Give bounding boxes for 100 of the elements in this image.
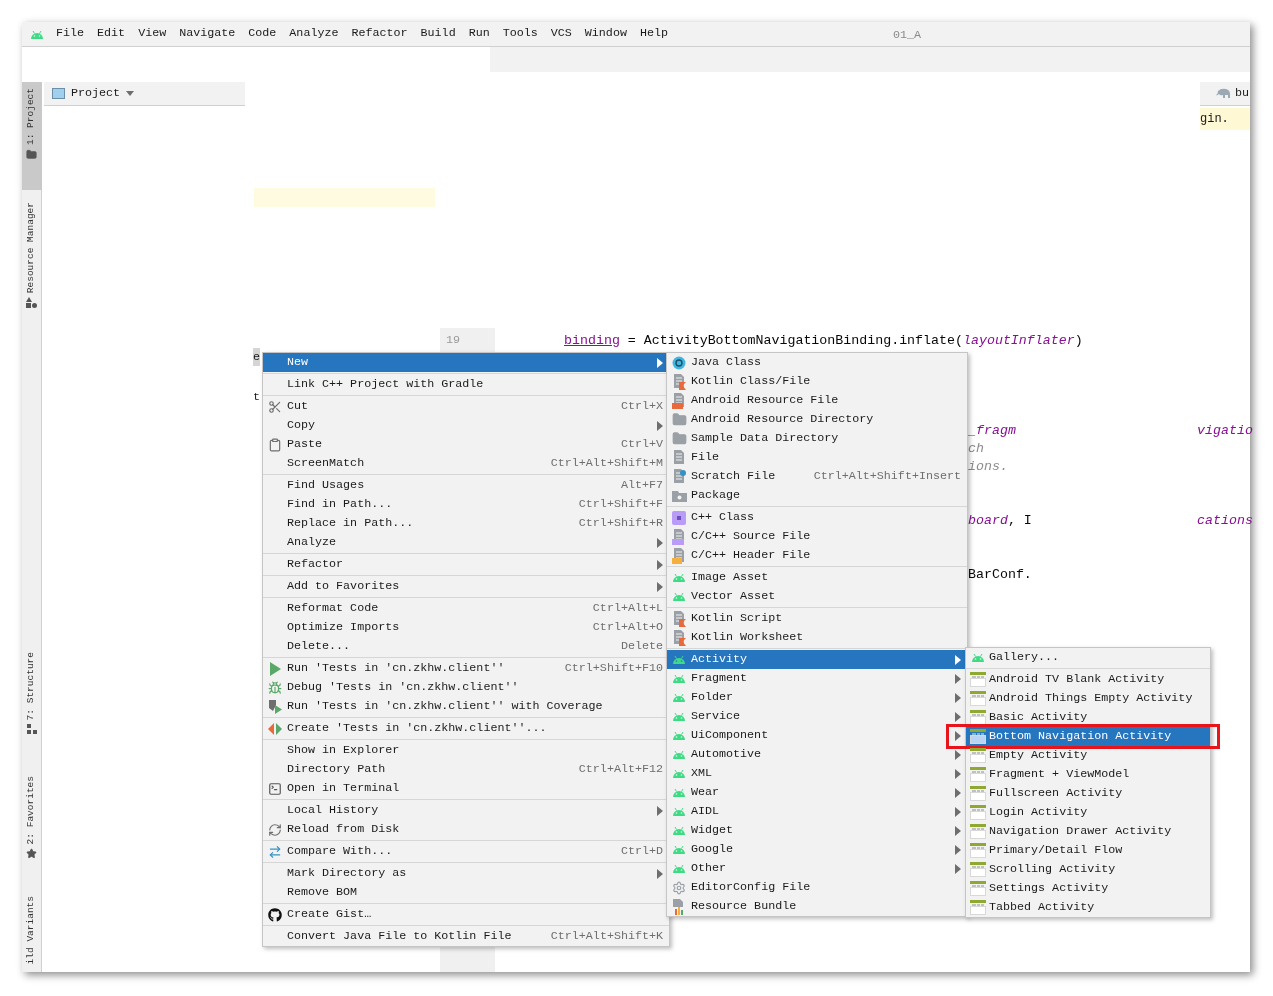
menu-item[interactable]: Android Resource File	[667, 391, 967, 410]
menu-item[interactable]: Reformat Code Ctrl+Alt+L	[263, 599, 669, 618]
menu-item[interactable]: Run 'Tests in 'cn.zkhw.client'' Ctrl+Shift+F10	[263, 659, 669, 678]
menu-item[interactable]: Java Class	[667, 353, 967, 372]
shortcut-label: Ctrl+Alt+Shift+M	[550, 454, 663, 472]
menu-item[interactable]: Link C++ Project with Gradle	[263, 375, 669, 394]
menu-item[interactable]: C/C++ Header File	[667, 546, 967, 565]
menu-item[interactable]: Directory Path Ctrl+Alt+F12	[263, 760, 669, 779]
menu-bar-item[interactable]: VCS	[550, 25, 572, 43]
menu-item[interactable]: AIDL	[667, 802, 967, 821]
menu-item[interactable]: Package	[667, 486, 967, 505]
menu-item[interactable]: Primary/Detail Flow	[966, 841, 1210, 860]
menu-bar-item[interactable]: Build	[420, 25, 456, 43]
menu-item[interactable]: ScreenMatch Ctrl+Alt+Shift+M	[263, 454, 669, 473]
menu-item[interactable]: Wear	[667, 783, 967, 802]
menu-bar-item[interactable]: Refactor	[351, 25, 408, 43]
tool-window-tab[interactable]: ild Variants	[21, 896, 42, 972]
menu-item[interactable]: Debug 'Tests in 'cn.zkhw.client''	[263, 678, 669, 697]
menu-item[interactable]: Fragment	[667, 669, 967, 688]
menu-item[interactable]: Vector Asset	[667, 587, 967, 606]
menu-item[interactable]: Remove BOM	[263, 883, 669, 902]
menu-item[interactable]: Android Resource Directory	[667, 410, 967, 429]
android-icon	[672, 712, 686, 721]
resource-file-icon	[672, 392, 686, 409]
menu-item[interactable]: Other	[667, 859, 967, 878]
menu-item[interactable]: Bottom Navigation Activity	[966, 727, 1210, 746]
menu-bar-item[interactable]: Tools	[502, 25, 538, 43]
menu-item[interactable]: Basic Activity	[966, 708, 1210, 727]
menu-bar-item[interactable]: Window	[584, 25, 627, 43]
caret-icon	[657, 559, 663, 570]
menu-item[interactable]: Local History	[263, 801, 669, 820]
menu-bar-item[interactable]: Help	[639, 25, 668, 43]
menu-bar-item[interactable]: Run	[468, 25, 490, 43]
menu-item[interactable]: Find in Path... Ctrl+Shift+F	[263, 495, 669, 514]
scratch-file-icon	[672, 468, 686, 485]
menu-item[interactable]: Open in Terminal	[263, 779, 669, 798]
menu-item[interactable]: Compare With... Ctrl+D	[263, 842, 669, 861]
menu-item[interactable]: Empty Activity	[966, 746, 1210, 765]
menu-item[interactable]: Settings Activity	[966, 879, 1210, 898]
menu-item[interactable]: Create 'Tests in 'cn.zkhw.client''...	[263, 719, 669, 738]
tool-window-tab[interactable]: 1: Project	[21, 82, 42, 190]
menu-bar-item[interactable]: Code	[248, 25, 277, 43]
panel-title[interactable]: Project	[71, 84, 121, 103]
menu-item[interactable]: Paste Ctrl+V	[263, 435, 669, 454]
menu-item[interactable]: Cut Ctrl+X	[263, 397, 669, 416]
menu-bar-item[interactable]: Edit	[97, 25, 126, 43]
menu-item[interactable]: Kotlin Worksheet	[667, 628, 967, 647]
menu-item[interactable]: Refactor	[263, 555, 669, 574]
menu-item[interactable]: Add to Favorites	[263, 577, 669, 596]
menu-item[interactable]: Kotlin Class/File	[667, 372, 967, 391]
tool-window-tab[interactable]: Resource Manager	[21, 202, 42, 342]
menu-item[interactable]: Show in Explorer	[263, 741, 669, 760]
menu-bar-item[interactable]: File	[56, 25, 85, 43]
menu-bar-item[interactable]: View	[138, 25, 167, 43]
menu-item[interactable]: Find Usages Alt+F7	[263, 476, 669, 495]
tool-window-tab[interactable]: 2: Favorites	[21, 776, 42, 886]
menu-item[interactable]: Login Activity	[966, 803, 1210, 822]
menu-item[interactable]: Create Gist…	[263, 905, 669, 924]
menu-item[interactable]: Automotive	[667, 745, 967, 764]
caret-icon	[955, 654, 961, 665]
menu-item[interactable]: Android TV Blank Activity	[966, 670, 1210, 689]
editor-tab[interactable]: bu	[1200, 82, 1250, 106]
menu-item[interactable]: Fragment + ViewModel	[966, 765, 1210, 784]
menu-item[interactable]: XML	[667, 764, 967, 783]
menu-item[interactable]: Replace in Path... Ctrl+Shift+R	[263, 514, 669, 533]
menu-item[interactable]: Tabbed Activity	[966, 898, 1210, 917]
menu-item[interactable]: Delete... Delete	[263, 637, 669, 656]
menu-item[interactable]: Mark Directory as	[263, 864, 669, 883]
menu-item[interactable]: Gallery...	[966, 648, 1210, 667]
menu-item[interactable]: Widget	[667, 821, 967, 840]
menu-item[interactable]: Fullscreen Activity	[966, 784, 1210, 803]
menu-item[interactable]: Activity	[667, 650, 967, 669]
menu-item[interactable]: Scratch File Ctrl+Alt+Shift+Insert	[667, 467, 967, 486]
menu-item[interactable]: C/C++ Source File	[667, 527, 967, 546]
menu-item[interactable]: EditorConfig File	[667, 878, 967, 897]
menu-item[interactable]: Optimize Imports Ctrl+Alt+O	[263, 618, 669, 637]
menu-item[interactable]: Run 'Tests in 'cn.zkhw.client'' with Coverage	[263, 697, 669, 716]
menu-item[interactable]: Sample Data Directory	[667, 429, 967, 448]
menu-item[interactable]: Service	[667, 707, 967, 726]
menu-item[interactable]: Image Asset	[667, 568, 967, 587]
menu-item[interactable]: Reload from Disk	[263, 820, 669, 839]
compare-arrows-icon	[268, 844, 282, 859]
menu-item[interactable]: Analyze	[263, 533, 669, 552]
menu-item[interactable]: New	[263, 353, 669, 372]
menu-item[interactable]: Scrolling Activity	[966, 860, 1210, 879]
menu-item[interactable]: UiComponent	[667, 726, 967, 745]
dropdown-icon[interactable]	[126, 91, 135, 96]
menu-bar-item[interactable]: Analyze	[289, 25, 339, 43]
menu-item[interactable]: Copy	[263, 416, 669, 435]
menu-item[interactable]: Kotlin Script	[667, 609, 967, 628]
menu-item[interactable]: Android Things Empty Activity	[966, 689, 1210, 708]
menu-item[interactable]: C++ Class	[667, 508, 967, 527]
menu-item[interactable]: File	[667, 448, 967, 467]
tool-window-tab[interactable]: 7: Structure	[21, 652, 42, 762]
menu-item[interactable]: Resource Bundle	[667, 897, 967, 916]
menu-item[interactable]: Convert Java File to Kotlin File Ctrl+Alt+Shift+K	[263, 927, 669, 946]
menu-item[interactable]: Navigation Drawer Activity	[966, 822, 1210, 841]
menu-bar-item[interactable]: Navigate	[179, 25, 236, 43]
menu-item[interactable]: Folder	[667, 688, 967, 707]
menu-item[interactable]: Google	[667, 840, 967, 859]
